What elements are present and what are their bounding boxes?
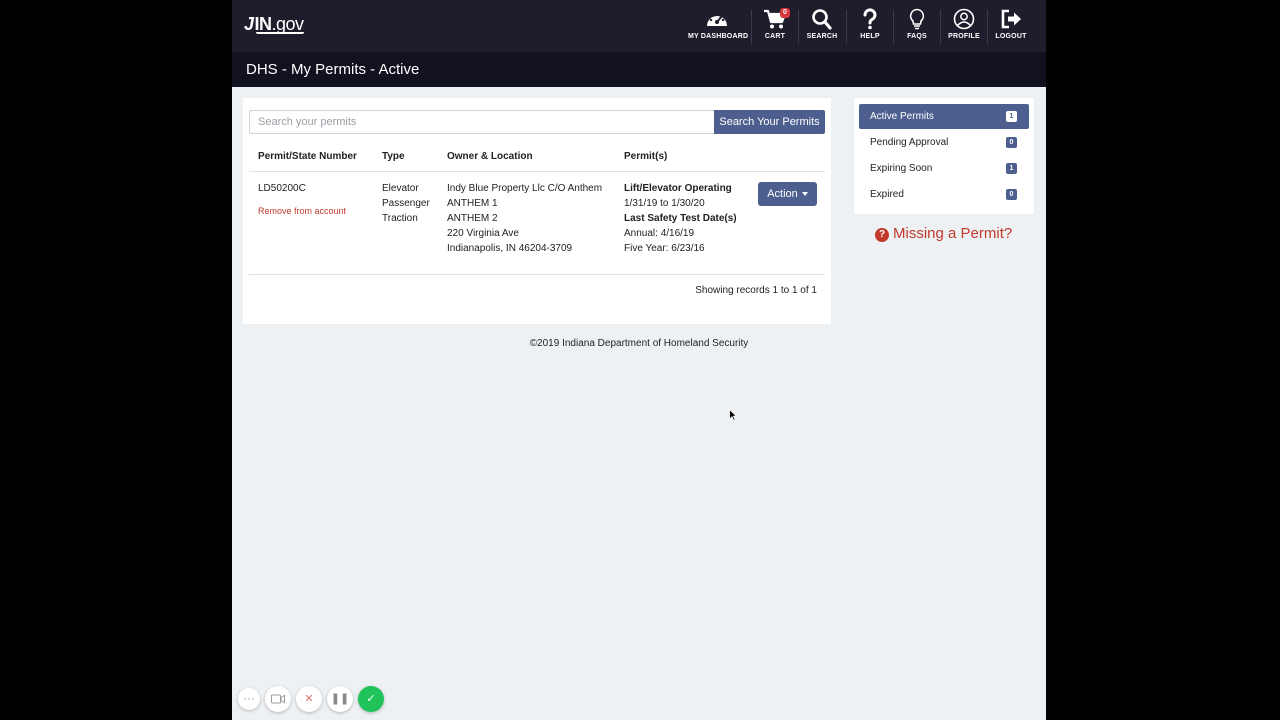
missing-permit-label: Missing a Permit? (893, 225, 1013, 242)
help-icon (863, 8, 877, 30)
owner-line: Indy Blue Property Llc C/O Anthem (447, 183, 603, 194)
permit-search-input[interactable] (249, 110, 715, 134)
owner-location: Indy Blue Property Llc C/O Anthem ANTHEM… (447, 181, 602, 256)
caret-down-icon (801, 192, 808, 197)
safety-test-title: Last Safety Test Date(s) (624, 213, 737, 224)
page-title: DHS - My Permits - Active (246, 61, 420, 78)
nav-label: LOGOUT (995, 33, 1027, 40)
more-options-button[interactable]: ··· (238, 688, 260, 710)
city-state-zip: Indianapolis, IN 46204-3709 (447, 243, 573, 254)
profile-icon (953, 8, 975, 30)
filter-expired[interactable]: Expired 0 (859, 182, 1029, 207)
permit-title: Lift/Elevator Operating (624, 183, 732, 194)
browser-viewport: JIN.gov MY DASHBOARD 0 CART SEARCH HELP … (232, 0, 1046, 720)
column-header-permits[interactable]: Permit(s) (624, 151, 667, 162)
column-header-owner-location[interactable]: Owner & Location (447, 151, 533, 162)
action-label: Action (767, 188, 798, 200)
five-year-test-date: Five Year: 6/23/16 (624, 243, 705, 254)
logout-icon (1001, 9, 1021, 29)
search-icon (812, 9, 832, 30)
count-badge: 0 (1006, 137, 1017, 148)
filter-label: Expiring Soon (870, 163, 933, 174)
camera-icon (271, 694, 285, 704)
permits-card: Search Your Permits Permit/State Number … (243, 98, 831, 324)
nav-logout[interactable]: LOGOUT (982, 8, 1040, 48)
logo-swoosh (256, 32, 304, 34)
remove-from-account-link[interactable]: Remove from account (258, 206, 346, 216)
owner-line: ANTHEM 1 (447, 198, 498, 209)
permit-details: Lift/Elevator Operating 1/31/19 to 1/30/… (624, 181, 737, 256)
top-navbar: JIN.gov MY DASHBOARD 0 CART SEARCH HELP … (232, 0, 1046, 52)
column-header-permit-number[interactable]: Permit/State Number (258, 151, 357, 162)
filter-label: Expired (870, 189, 904, 200)
count-badge: 1 (1006, 111, 1017, 122)
nav-label: MY DASHBOARD (688, 33, 749, 40)
cancel-recording-button[interactable]: ✕ (296, 686, 322, 712)
column-header-type[interactable]: Type (382, 151, 405, 162)
count-badge: 1 (1006, 163, 1017, 174)
filter-active-permits[interactable]: Active Permits 1 (859, 104, 1029, 129)
filter-label: Pending Approval (870, 137, 949, 148)
search-permits-button[interactable]: Search Your Permits (714, 110, 825, 134)
finish-recording-button[interactable]: ✓ (358, 686, 384, 712)
missing-permit-link[interactable]: ? Missing a Permit? (875, 225, 1012, 242)
pause-recording-button[interactable]: ❚❚ (327, 686, 353, 712)
filter-pending-approval[interactable]: Pending Approval 0 (859, 130, 1029, 155)
permit-filter-card: Active Permits 1 Pending Approval 0 Expi… (854, 98, 1034, 214)
logo-text: IN (254, 14, 273, 34)
permit-type: Elevator Passenger Traction (382, 181, 430, 226)
address-line: 220 Virginia Ave (447, 228, 519, 239)
nav-my-dashboard[interactable]: MY DASHBOARD (688, 8, 749, 48)
camera-toggle-button[interactable] (265, 686, 291, 712)
action-dropdown-button[interactable]: Action (758, 182, 817, 206)
annual-test-date: Annual: 4/16/19 (624, 228, 695, 239)
page-title-bar: DHS - My Permits - Active (232, 52, 1046, 87)
header-divider (249, 171, 825, 172)
permit-dates: 1/31/19 to 1/30/20 (624, 198, 705, 209)
filter-expiring-soon[interactable]: Expiring Soon 1 (859, 156, 1029, 181)
records-info: Showing records 1 to 1 of 1 (695, 285, 817, 296)
lightbulb-icon (909, 8, 925, 30)
owner-line: ANTHEM 2 (447, 213, 498, 224)
type-line: Traction (382, 213, 418, 224)
footer-copyright: ©2019 Indiana Department of Homeland Sec… (529, 338, 749, 349)
dashboard-icon (707, 12, 727, 26)
logo-mark: J (244, 14, 254, 34)
row-divider (249, 274, 825, 275)
mouse-cursor-icon (729, 409, 737, 421)
count-badge: 0 (1006, 189, 1017, 200)
filter-label: Active Permits (870, 111, 934, 122)
cart-count-badge: 0 (780, 8, 790, 18)
type-line: Passenger (382, 198, 430, 209)
permit-number: LD50200C (258, 183, 306, 194)
logo-domain: .gov (271, 14, 305, 34)
type-line: Elevator (382, 183, 419, 194)
question-circle-icon: ? (875, 228, 889, 242)
